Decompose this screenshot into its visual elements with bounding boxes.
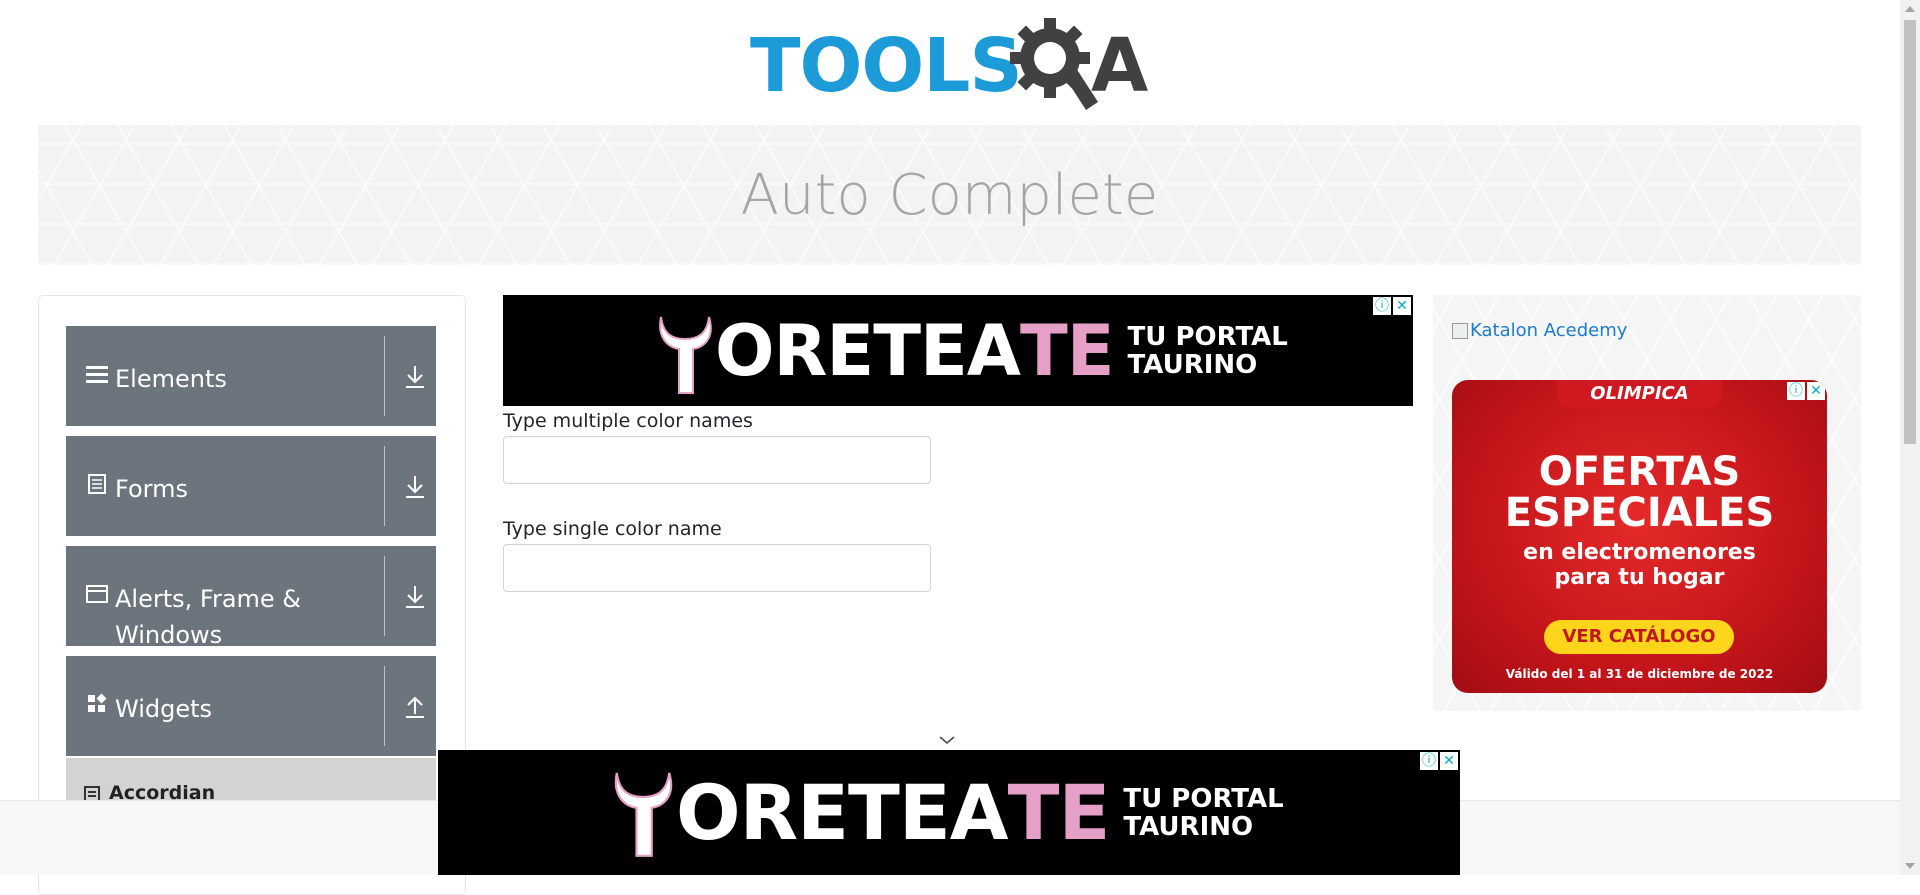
- logo-text-tools: TOOLS: [750, 23, 1023, 109]
- ad-close-icon[interactable]: ✕: [1807, 382, 1825, 400]
- ad-banner-bottom[interactable]: ORETEA TE TU PORTAL TAURINO ⓘ ✕: [438, 750, 1460, 875]
- ad-word-white: ORETEA: [676, 768, 1009, 857]
- single-color-input[interactable]: [503, 544, 931, 592]
- ad-controls: ⓘ ✕: [1373, 297, 1411, 315]
- katalon-ad-link[interactable]: Katalon Acedemy: [1452, 320, 1627, 341]
- sidebar-group-forms[interactable]: Forms: [66, 436, 436, 536]
- bull-horns-icon: [659, 316, 712, 394]
- scroll-up-arrow[interactable]: [1905, 6, 1915, 12]
- toolsqa-logo[interactable]: TOOLS A: [748, 18, 1156, 116]
- page-scrollbar[interactable]: [1900, 0, 1920, 875]
- download-arrow-icon[interactable]: [404, 364, 426, 390]
- ad-word-white: ORETEA: [715, 310, 1021, 392]
- page-banner: Auto Complete: [38, 125, 1861, 265]
- ad-headline-1: OFERTAS: [1538, 449, 1741, 495]
- sidebar-group-label: Alerts, Frame & Windows: [115, 581, 301, 653]
- download-arrow-icon[interactable]: [404, 474, 426, 500]
- ad-controls: ⓘ ✕: [1787, 382, 1825, 400]
- single-color-label: Type single color name: [503, 518, 722, 540]
- ad-close-icon[interactable]: ✕: [1440, 752, 1458, 770]
- multiple-color-label: Type multiple color names: [503, 410, 753, 432]
- ver-catalogo-button[interactable]: VER CATÁLOGO: [1544, 620, 1734, 654]
- sidebar-group-label-line2: Windows: [115, 621, 223, 649]
- ad-tagline-line1: TU PORTAL: [1123, 784, 1284, 814]
- sidebar-group-alerts[interactable]: Alerts, Frame & Windows: [66, 546, 436, 649]
- olimpica-brand: OLIMPICA: [1557, 380, 1722, 408]
- ad-line-4: para tu hogar: [1554, 565, 1725, 590]
- logo-text-a: A: [1091, 23, 1149, 109]
- ad-wordmark: ORETEA TE TU PORTAL TAURINO: [715, 309, 1288, 393]
- sidebar-group-label: Widgets: [115, 695, 213, 723]
- group-divider: [384, 666, 385, 746]
- sidebar-group-label-line1: Alerts, Frame &: [115, 585, 302, 613]
- widgets-icon: [88, 693, 107, 712]
- window-icon: [86, 585, 108, 603]
- broken-image-icon: [1452, 322, 1468, 339]
- ad-line-3: en electromenores: [1523, 540, 1756, 565]
- ad-banner-top[interactable]: ORETEA TE TU PORTAL TAURINO ⓘ ✕: [503, 295, 1413, 406]
- chevron-down-icon[interactable]: [938, 734, 956, 746]
- ad-tagline-line1: TU PORTAL: [1127, 322, 1288, 352]
- ad-headline-2: ESPECIALES: [1504, 490, 1775, 536]
- ad-info-icon[interactable]: ⓘ: [1373, 297, 1391, 315]
- ad-controls: ⓘ ✕: [1420, 752, 1458, 770]
- ad-tagline: TU PORTAL TAURINO: [1128, 323, 1288, 379]
- page-title: Auto Complete: [740, 163, 1159, 228]
- group-divider: [384, 556, 385, 636]
- ad-close-icon[interactable]: ✕: [1393, 297, 1411, 315]
- ad-info-icon[interactable]: ⓘ: [1787, 382, 1805, 400]
- sidebar-group-label: Forms: [115, 475, 188, 503]
- sidebar-group-label: Elements: [115, 365, 227, 393]
- sidebar-group-elements[interactable]: Elements: [66, 326, 436, 426]
- scrollbar-thumb[interactable]: [1904, 20, 1916, 444]
- ad-tagline-line2: TAURINO: [1123, 812, 1254, 842]
- ad-wordmark: ORETEA TE TU PORTAL TAURINO: [676, 768, 1284, 858]
- group-divider: [384, 446, 385, 526]
- ad-tagline-line2: TAURINO: [1127, 350, 1258, 380]
- hamburger-icon: [86, 366, 108, 383]
- ad-word-pink: TE: [1019, 310, 1115, 392]
- ad-info-icon[interactable]: ⓘ: [1420, 752, 1438, 770]
- katalon-alt-text: Katalon Acedemy: [1470, 320, 1628, 341]
- ad-validity: Válido del 1 al 31 de diciembre de 2022: [1505, 667, 1774, 681]
- upload-arrow-icon[interactable]: [404, 694, 426, 720]
- scroll-down-arrow[interactable]: [1905, 863, 1915, 869]
- sidebar-group-widgets[interactable]: Widgets: [66, 656, 436, 756]
- download-arrow-icon[interactable]: [404, 584, 426, 610]
- multiple-color-input[interactable]: [503, 436, 931, 484]
- ad-tagline: TU PORTAL TAURINO: [1123, 785, 1283, 841]
- bull-horns-icon: [614, 772, 673, 857]
- ad-word-pink: TE: [1007, 768, 1111, 857]
- document-icon: [88, 474, 106, 494]
- group-divider: [384, 336, 385, 416]
- olimpica-ad[interactable]: OLIMPICA OFERTAS ESPECIALES en electrome…: [1452, 380, 1827, 693]
